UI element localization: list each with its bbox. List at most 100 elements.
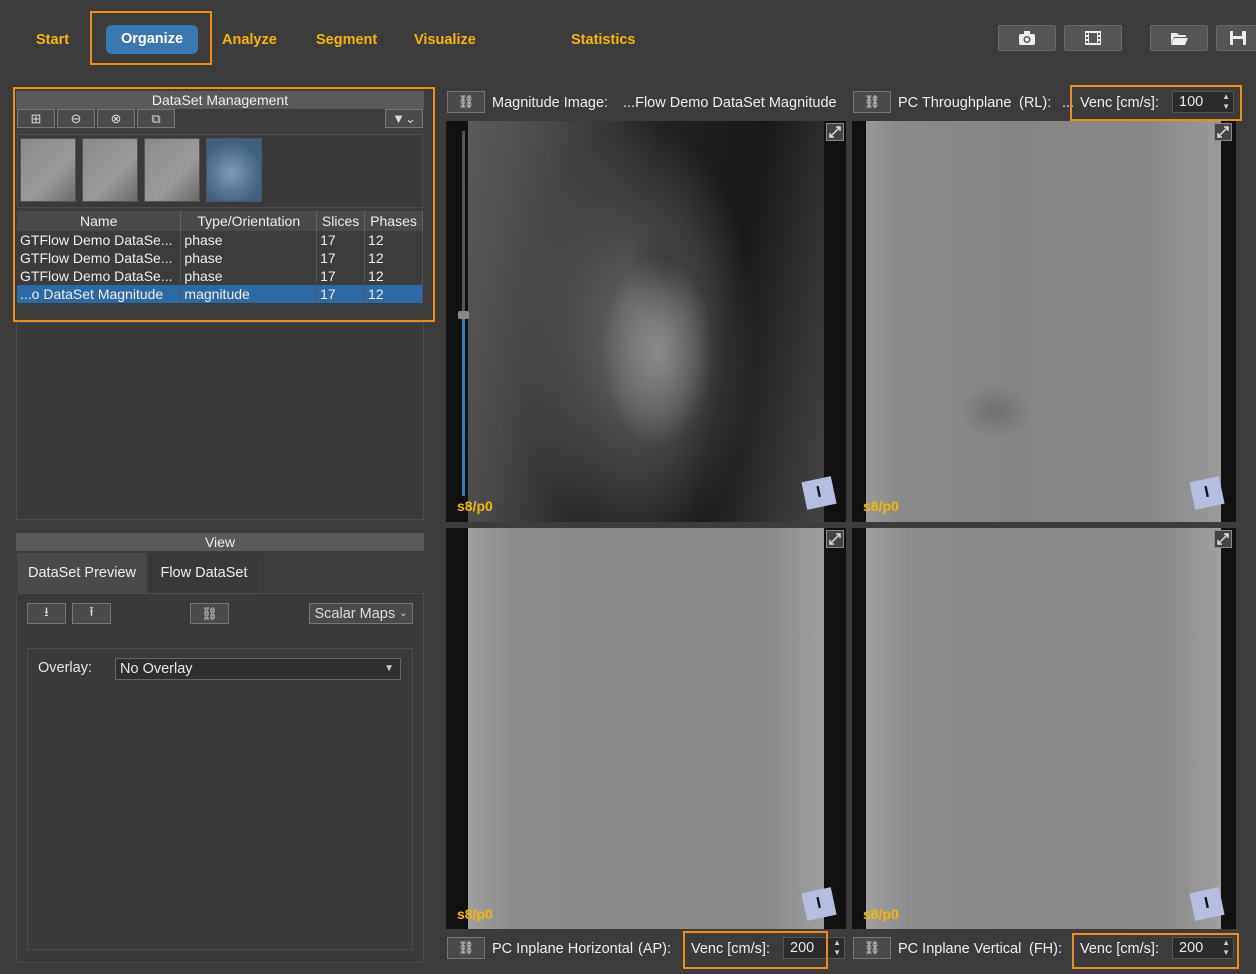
column-header-slices[interactable]: Slices — [316, 211, 366, 231]
orientation-cube-icon: I — [801, 887, 837, 921]
dataset-table: Name Type/Orientation Slices Phases GTFl… — [17, 211, 423, 303]
nav-organize[interactable]: Organize — [106, 25, 198, 54]
throughplane-label: PC Throughplane — [898, 95, 1012, 111]
magnitude-image — [468, 121, 824, 522]
venc-label-br: Venc [cm/s]: — [1080, 941, 1159, 957]
nav-visualize[interactable]: Visualize — [414, 28, 476, 52]
inplane-vertical-label: PC Inplane Vertical — [898, 941, 1022, 957]
table-row[interactable]: GTFlow Demo DataSe... phase 17 12 — [17, 231, 423, 249]
venc-label-tr: Venc [cm/s]: — [1080, 95, 1159, 111]
slice-slider-handle[interactable] — [458, 311, 469, 319]
viewport-inplane-vertical[interactable]: s8/p0 I — [852, 528, 1236, 929]
spin-arrows-icon[interactable]: ▲ ▼ — [833, 938, 841, 958]
unlink-viewport-tr-button[interactable]: ⛓ — [853, 91, 891, 113]
save-icon — [1230, 31, 1246, 45]
venc-value-bl: 200 — [790, 940, 815, 956]
unlink-viewport-tl-button[interactable]: ⛓ — [447, 91, 485, 113]
folder-open-icon — [1171, 33, 1188, 45]
camera-button[interactable] — [998, 25, 1056, 51]
viewport-magnitude[interactable]: s8/p0 I — [446, 121, 846, 522]
cell-type: phase — [180, 267, 318, 285]
overlay-label: Overlay: — [38, 660, 92, 676]
top-navigation-bar: Start Organize Analyze Segment Visualize… — [0, 0, 1256, 80]
viewport-inplane-horizontal[interactable]: s8/p0 I — [446, 528, 846, 929]
cell-type: magnitude — [180, 285, 318, 303]
cell-slices: 17 — [316, 267, 366, 285]
venc-value-tr: 100 — [1179, 94, 1204, 110]
thumbnail-phase-1[interactable] — [20, 138, 76, 202]
cell-name: ...o DataSet Magnitude — [17, 285, 182, 303]
filter-button[interactable]: ▼⌄ — [385, 109, 423, 128]
close-dataset-button[interactable]: ⊗ — [97, 109, 135, 128]
slice-phase-indicator: s8/p0 — [457, 906, 493, 922]
nav-analyze[interactable]: Analyze — [222, 28, 277, 52]
venc-spinbox-tr[interactable]: 100 ▲ ▼ — [1172, 91, 1234, 113]
nav-start[interactable]: Start — [36, 28, 69, 52]
nav-segment[interactable]: Segment — [316, 28, 377, 52]
thumbnail-phase-2[interactable] — [82, 138, 138, 202]
expand-icon[interactable] — [1214, 123, 1232, 141]
link-sync-button[interactable]: ⛓ — [190, 603, 229, 624]
orientation-cube-icon: I — [801, 476, 837, 510]
view-header: View — [16, 533, 424, 551]
cell-name: GTFlow Demo DataSe... — [17, 267, 182, 285]
unlink-viewport-bl-button[interactable]: ⛓ — [447, 937, 485, 959]
nav-statistics[interactable]: Statistics — [571, 28, 635, 52]
expand-icon[interactable] — [826, 123, 844, 141]
spin-arrows-icon[interactable]: ▲ ▼ — [1222, 938, 1230, 958]
column-header-phases[interactable]: Phases — [364, 211, 423, 231]
table-row-selected[interactable]: ...o DataSet Magnitude magnitude 17 12 — [17, 285, 423, 303]
column-header-type[interactable]: Type/Orientation — [180, 211, 318, 231]
overlay-value: No Overlay — [120, 661, 193, 677]
download-icon: ⭳ — [44, 603, 49, 619]
venc-spinbox-bl[interactable]: 200 ▲ ▼ — [783, 937, 845, 959]
viewport-throughplane[interactable]: s8/p0 I — [852, 121, 1236, 522]
scalar-maps-label: Scalar Maps — [314, 605, 396, 622]
inplane-horizontal-image — [468, 528, 824, 929]
open-folder-button[interactable] — [1150, 25, 1208, 51]
export-button[interactable]: ⭱ — [72, 603, 111, 624]
cell-type: phase — [180, 231, 318, 249]
spin-arrows-icon[interactable]: ▲ ▼ — [1222, 92, 1230, 112]
scalar-maps-button[interactable]: Scalar Maps ⌄ — [309, 603, 413, 624]
thumbnail-magnitude[interactable] — [206, 138, 262, 202]
cell-name: GTFlow Demo DataSe... — [17, 231, 182, 249]
inplane-vertical-direction: (FH): — [1029, 941, 1063, 957]
unlink-icon: ⛓ — [863, 940, 881, 955]
unlink-icon: ⛓ — [863, 94, 881, 109]
dropdown-arrow-icon: ▼ — [384, 663, 394, 674]
cell-slices: 17 — [316, 285, 366, 303]
table-row[interactable]: GTFlow Demo DataSe... phase 17 12 — [17, 249, 423, 267]
throughplane-image — [866, 121, 1221, 522]
overlay-select[interactable]: No Overlay ▼ — [115, 658, 401, 680]
tab-dataset-preview[interactable]: DataSet Preview — [17, 553, 147, 593]
cell-phases: 12 — [364, 249, 423, 267]
inplane-horizontal-direction: (AP): — [638, 941, 672, 957]
save-button[interactable] — [1216, 25, 1256, 51]
cell-type: phase — [180, 249, 318, 267]
cell-slices: 17 — [316, 249, 366, 267]
import-button[interactable]: ⭳ — [27, 603, 66, 624]
venc-spinbox-br[interactable]: 200 ▲ ▼ — [1172, 937, 1234, 959]
magnitude-image-label: Magnitude Image: — [492, 95, 609, 111]
venc-label-bl: Venc [cm/s]: — [691, 941, 770, 957]
tab-flow-dataset[interactable]: Flow DataSet — [149, 553, 259, 593]
cell-phases: 12 — [364, 231, 423, 249]
unlink-viewport-br-button[interactable]: ⛓ — [853, 937, 891, 959]
dataset-management-header: DataSet Management — [16, 91, 424, 109]
film-icon — [1085, 31, 1101, 45]
film-button[interactable] — [1064, 25, 1122, 51]
copy-dataset-button[interactable]: ⧉ — [137, 109, 175, 128]
venc-value-br: 200 — [1179, 940, 1204, 956]
slice-phase-indicator: s8/p0 — [863, 498, 899, 514]
remove-dataset-button[interactable]: ⊖ — [57, 109, 95, 128]
add-dataset-button[interactable]: ⊞ — [17, 109, 55, 128]
column-header-name[interactable]: Name — [17, 211, 182, 231]
cell-slices: 17 — [316, 231, 366, 249]
expand-icon[interactable] — [826, 530, 844, 548]
cell-phases: 12 — [364, 267, 423, 285]
expand-icon[interactable] — [1214, 530, 1232, 548]
slice-slider-fill — [462, 316, 465, 496]
table-row[interactable]: GTFlow Demo DataSe... phase 17 12 — [17, 267, 423, 285]
thumbnail-phase-3[interactable] — [144, 138, 200, 202]
